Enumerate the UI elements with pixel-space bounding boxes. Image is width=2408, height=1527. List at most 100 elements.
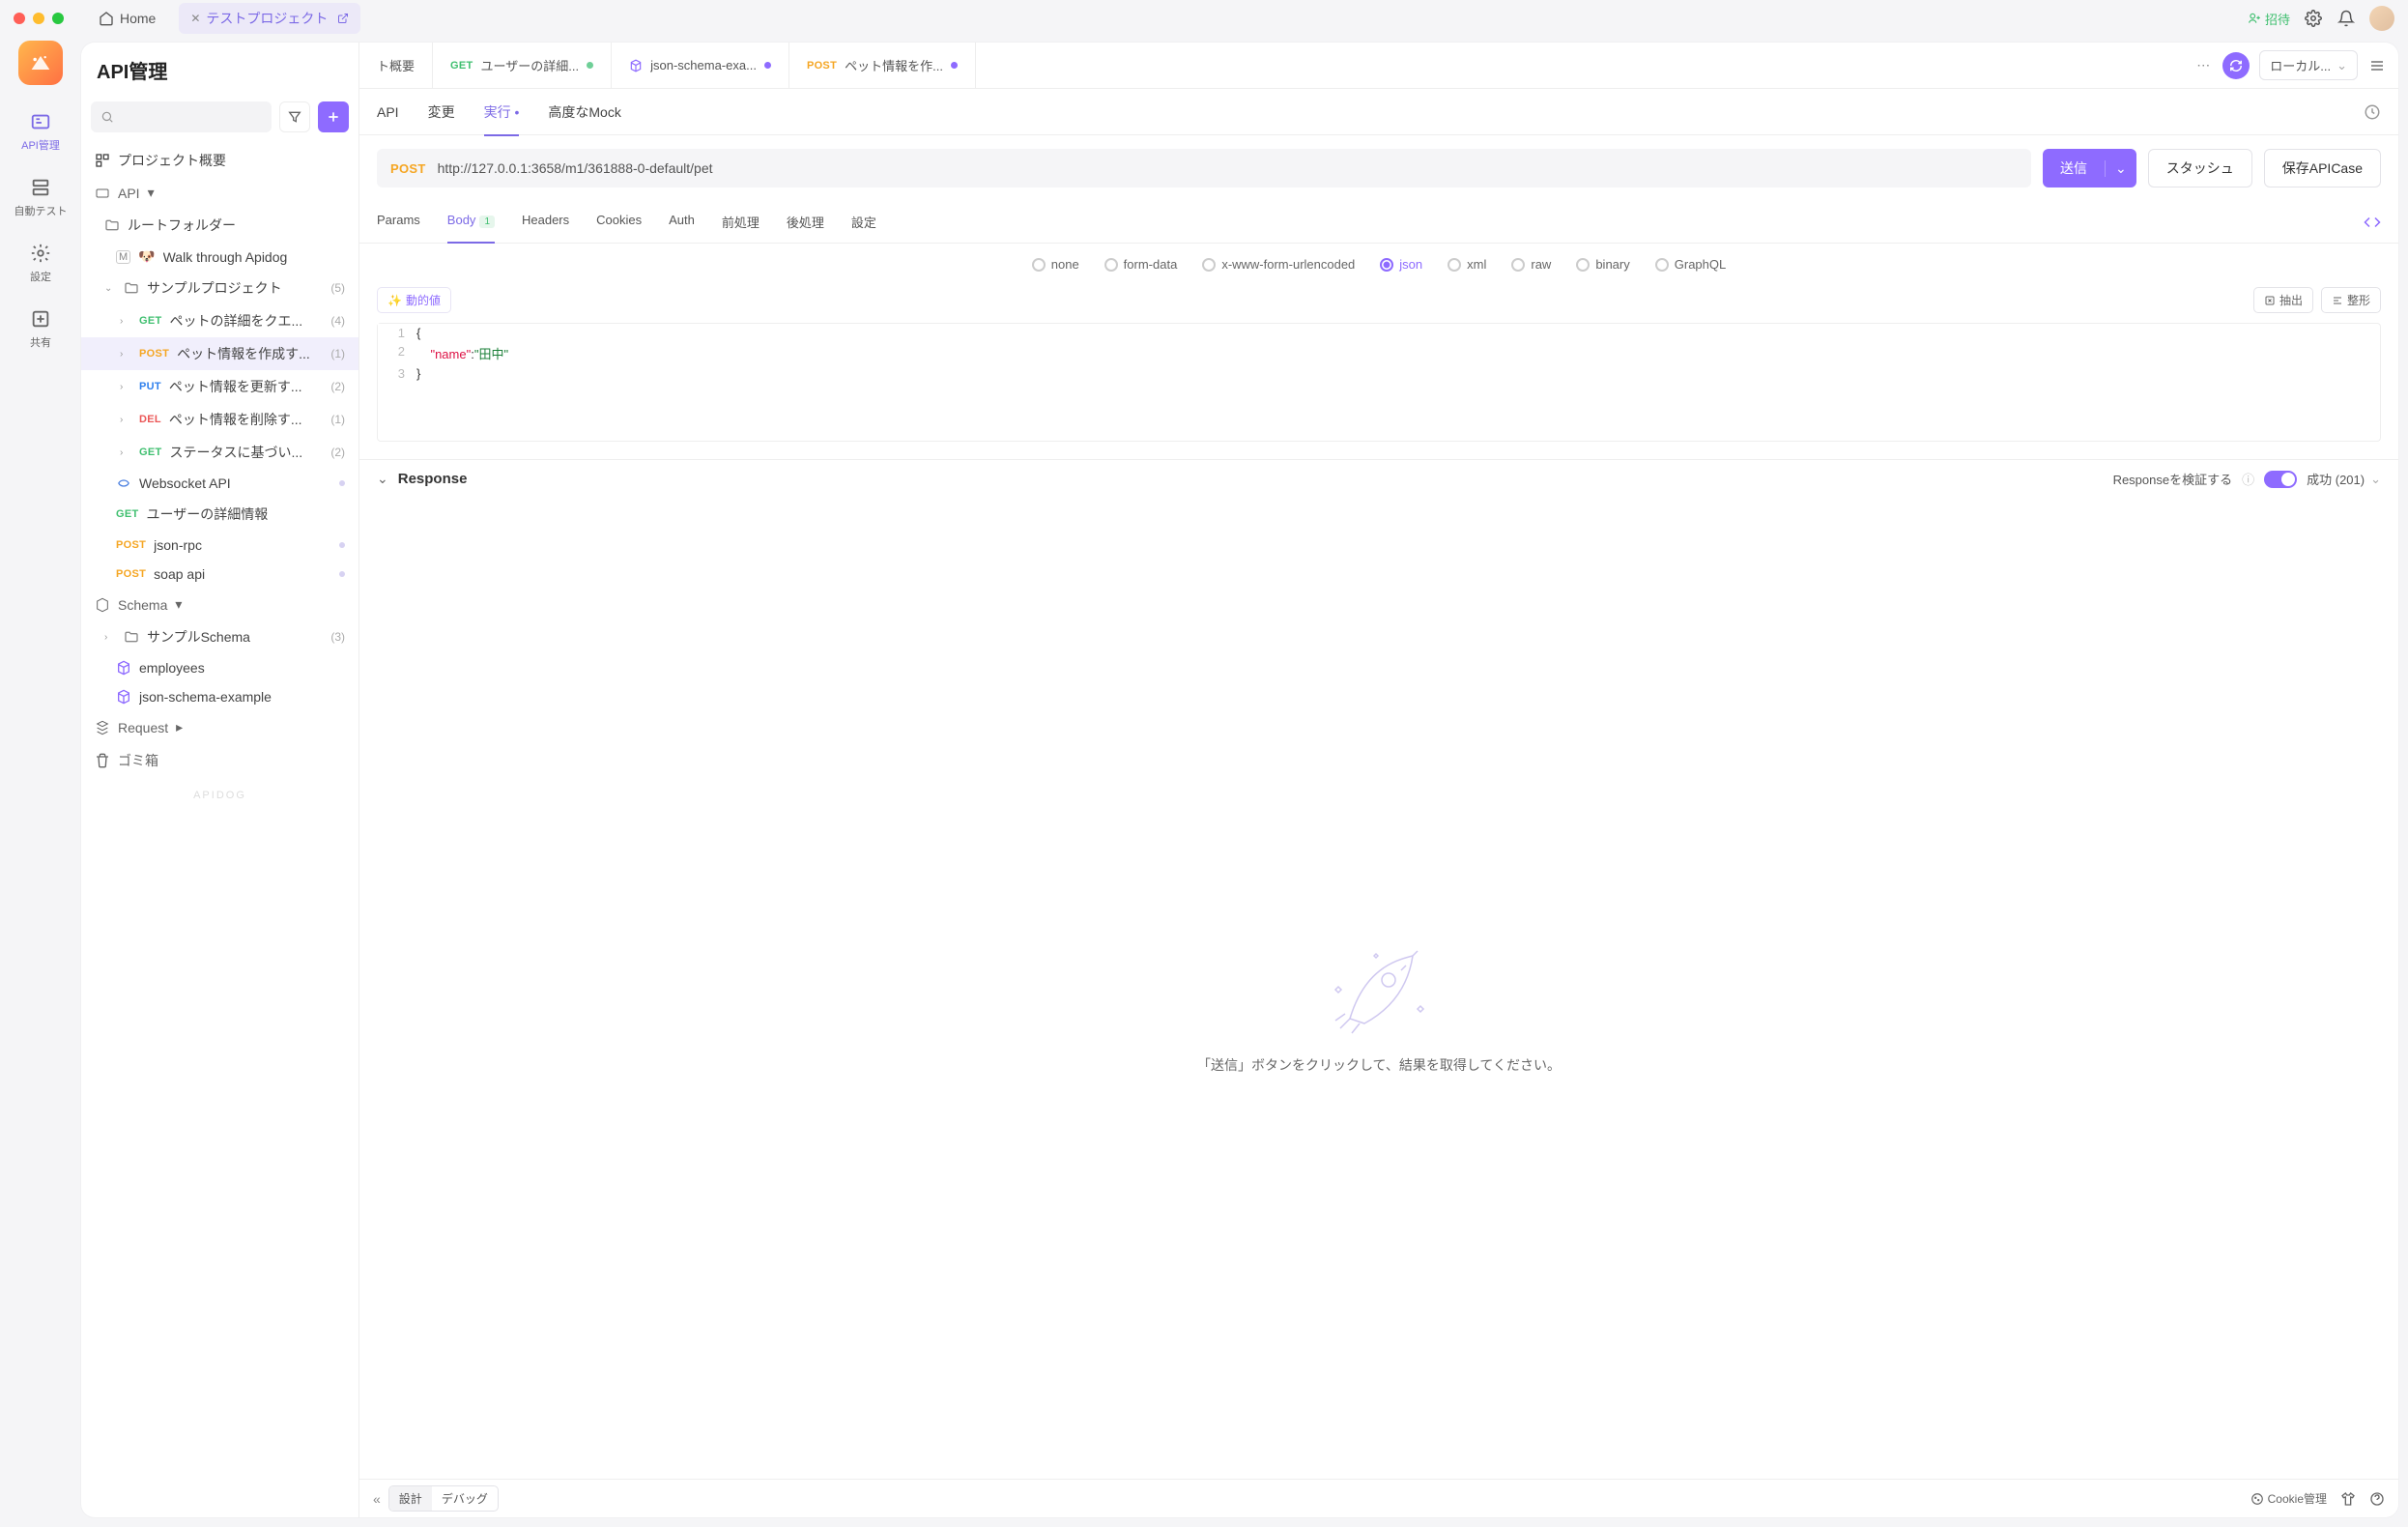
section-schema[interactable]: Schema ▾ bbox=[81, 589, 358, 620]
body-type-radio[interactable]: xml bbox=[1448, 257, 1486, 272]
chevron-down-icon: ⌄ bbox=[2336, 58, 2347, 73]
chevron-down-icon: ⌄ bbox=[104, 283, 116, 294]
send-button[interactable]: 送信 ⌄ bbox=[2043, 149, 2136, 187]
extract-icon bbox=[2264, 295, 2276, 306]
close-icon[interactable]: ✕ bbox=[190, 12, 200, 25]
subtab-run[interactable]: 実行 • bbox=[484, 89, 520, 135]
cookie-mgmt-button[interactable]: Cookie管理 bbox=[2250, 1490, 2327, 1507]
minimize-window-icon[interactable] bbox=[33, 13, 44, 24]
external-link-icon[interactable] bbox=[337, 13, 349, 24]
tree-user-detail[interactable]: GET ユーザーの詳細情報 bbox=[81, 498, 358, 531]
dirty-dot-icon bbox=[764, 62, 771, 69]
tree-jsonrpc[interactable]: POST json-rpc bbox=[81, 531, 358, 560]
tree-endpoint[interactable]: › POST ペット情報を作成す... (1) bbox=[81, 337, 358, 370]
tree-endpoint[interactable]: › GET ペットの詳細をクエ... (4) bbox=[81, 304, 358, 337]
chevron-right-icon: › bbox=[104, 632, 116, 643]
stash-button[interactable]: スタッシュ bbox=[2148, 149, 2252, 187]
tree-root-folder[interactable]: ルートフォルダー bbox=[81, 209, 358, 242]
invite-button[interactable]: 招待 bbox=[2248, 10, 2290, 28]
collapse-icon[interactable]: « bbox=[373, 1491, 381, 1507]
bell-icon[interactable] bbox=[2336, 9, 2356, 28]
tab-project[interactable]: ✕ テストプロジェクト bbox=[179, 3, 360, 34]
tab-params[interactable]: Params bbox=[377, 201, 420, 243]
tab-cookies[interactable]: Cookies bbox=[596, 201, 642, 243]
code-editor[interactable]: 1{ 2 "name":"田中" 3} bbox=[377, 323, 2381, 442]
seg-design[interactable]: 設計 bbox=[389, 1486, 432, 1511]
body-type-radio[interactable]: form-data bbox=[1104, 257, 1178, 272]
radio-icon bbox=[1380, 258, 1393, 272]
zoom-window-icon[interactable] bbox=[52, 13, 64, 24]
status-select[interactable]: 成功 (201) ⌄ bbox=[2307, 470, 2381, 488]
rail-autotest[interactable]: 自動テスト bbox=[0, 168, 81, 226]
tree-endpoint[interactable]: › DEL ペット情報を削除す... (1) bbox=[81, 403, 358, 436]
tab-home[interactable]: Home bbox=[87, 5, 167, 32]
help-icon[interactable] bbox=[2369, 1491, 2385, 1507]
url-field[interactable]: POST http://127.0.0.1:3658/m1/361888-0-d… bbox=[377, 149, 2031, 187]
chevron-down-icon[interactable]: ⌄ bbox=[377, 471, 388, 487]
avatar[interactable] bbox=[2369, 6, 2394, 31]
content-tab[interactable]: json-schema-exa... bbox=[612, 43, 789, 88]
content-tab[interactable]: ト概要 bbox=[359, 43, 433, 88]
tree-sample-project[interactable]: ⌄ サンプルプロジェクト (5) bbox=[81, 272, 358, 304]
chevron-down-icon: ⌄ bbox=[2370, 472, 2381, 487]
content-tab[interactable]: POSTペット情報を作... bbox=[789, 43, 976, 88]
filter-button[interactable] bbox=[279, 101, 310, 132]
tree-endpoint[interactable]: › PUT ペット情報を更新す... (2) bbox=[81, 370, 358, 403]
menu-icon[interactable] bbox=[2367, 56, 2387, 75]
env-select[interactable]: ローカル... ⌄ bbox=[2259, 50, 2358, 80]
subtab-change[interactable]: 変更 bbox=[428, 89, 455, 135]
rail-api-mgmt[interactable]: API管理 bbox=[0, 102, 81, 160]
body-type-radio[interactable]: binary bbox=[1576, 257, 1629, 272]
status-dot-icon bbox=[339, 542, 345, 548]
body-type-radio[interactable]: raw bbox=[1511, 257, 1551, 272]
tab-post[interactable]: 後処理 bbox=[787, 201, 824, 243]
tab-pre[interactable]: 前処理 bbox=[722, 201, 760, 243]
tab-settings[interactable]: 設定 bbox=[851, 201, 876, 243]
trash-row[interactable]: ゴミ箱 bbox=[81, 743, 358, 778]
shirt-icon[interactable] bbox=[2340, 1491, 2356, 1507]
section-request[interactable]: Request ▸ bbox=[81, 711, 358, 743]
settings-icon[interactable] bbox=[2304, 9, 2323, 28]
tab-auth[interactable]: Auth bbox=[669, 201, 695, 243]
search-input[interactable] bbox=[91, 101, 272, 132]
verify-toggle[interactable] bbox=[2264, 471, 2297, 488]
tab-body[interactable]: Body1 bbox=[447, 201, 495, 243]
body-type-radio[interactable]: x-www-form-urlencoded bbox=[1202, 257, 1355, 272]
body-type-radio[interactable]: none bbox=[1032, 257, 1079, 272]
caret-down-icon: ▾ bbox=[175, 596, 182, 613]
app-logo-icon[interactable] bbox=[18, 41, 63, 85]
format-button[interactable]: 整形 bbox=[2321, 287, 2381, 313]
chevron-down-icon[interactable]: ⌄ bbox=[2105, 160, 2136, 177]
subtab-api[interactable]: API bbox=[377, 91, 399, 133]
seg-debug[interactable]: デバッグ bbox=[432, 1486, 498, 1511]
section-api[interactable]: API ▾ bbox=[81, 177, 358, 209]
folder-icon bbox=[124, 280, 139, 296]
extract-button[interactable]: 抽出 bbox=[2253, 287, 2313, 313]
close-window-icon[interactable] bbox=[14, 13, 25, 24]
tree-schema-employees[interactable]: employees bbox=[81, 653, 358, 682]
add-button[interactable] bbox=[318, 101, 349, 132]
rail-share[interactable]: 共有 bbox=[0, 300, 81, 358]
empty-text: 「送信」ボタンをクリックして、結果を取得してください。 bbox=[1197, 1055, 1561, 1075]
tree-sample-schema[interactable]: › サンプルSchema (3) bbox=[81, 620, 358, 653]
subtab-mock[interactable]: 高度なMock bbox=[548, 89, 620, 135]
tree-soap[interactable]: POST soap api bbox=[81, 560, 358, 589]
more-icon[interactable]: ⋯ bbox=[2193, 56, 2213, 75]
chevron-right-icon: › bbox=[120, 316, 131, 327]
tree-walk[interactable]: M 🐶 Walk through Apidog bbox=[81, 242, 358, 272]
sidebar-overview[interactable]: プロジェクト概要 bbox=[81, 144, 358, 177]
help-icon[interactable]: ⓘ bbox=[2242, 470, 2254, 488]
dynamic-value-button[interactable]: ✨ 動的値 bbox=[377, 287, 451, 313]
code-icon[interactable] bbox=[2364, 201, 2381, 243]
tab-headers[interactable]: Headers bbox=[522, 201, 569, 243]
history-icon[interactable] bbox=[2364, 103, 2381, 121]
tree-schema-jsonexample[interactable]: json-schema-example bbox=[81, 682, 358, 711]
refresh-button[interactable] bbox=[2222, 52, 2250, 79]
body-type-radio[interactable]: GraphQL bbox=[1655, 257, 1726, 272]
tree-endpoint[interactable]: › GET ステータスに基づい... (2) bbox=[81, 436, 358, 469]
content-tab[interactable]: GETユーザーの詳細... bbox=[433, 43, 612, 88]
tree-websocket[interactable]: Websocket API bbox=[81, 469, 358, 498]
rail-settings[interactable]: 設定 bbox=[0, 234, 81, 292]
body-type-radio[interactable]: json bbox=[1380, 257, 1422, 272]
save-case-button[interactable]: 保存APICase bbox=[2264, 149, 2381, 187]
